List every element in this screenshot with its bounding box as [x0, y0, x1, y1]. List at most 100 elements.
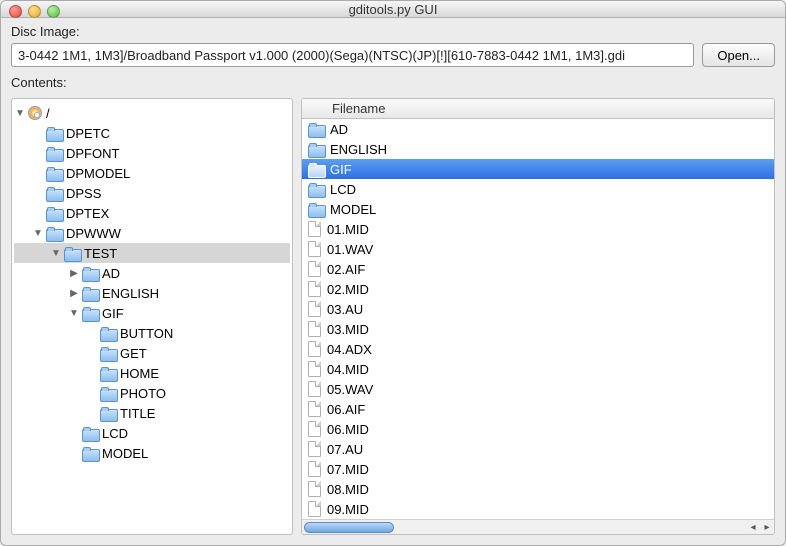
tree-item-label: GIF	[100, 306, 124, 321]
tree-item[interactable]: ▶DPETC	[14, 123, 290, 143]
folder-icon	[82, 307, 98, 320]
tree-item[interactable]: ▶TITLE	[14, 403, 290, 423]
list-item-label: ENGLISH	[328, 142, 387, 157]
list-item-label: 07.MID	[325, 462, 369, 477]
list-item-label: 02.MID	[325, 282, 369, 297]
window: gditools.py GUI Disc Image: 3-0442 1M1, …	[0, 0, 786, 546]
disclosure-open-icon[interactable]: ▼	[14, 107, 26, 119]
list-item-label: 09.MID	[325, 502, 369, 517]
folder-icon	[82, 447, 98, 460]
tree-item[interactable]: ▶PHOTO	[14, 383, 290, 403]
folder-icon	[100, 407, 116, 420]
tree-item[interactable]: ▶HOME	[14, 363, 290, 383]
hscroll-left-icon[interactable]: ◂	[746, 522, 760, 533]
tree-root-label: /	[44, 106, 50, 121]
tree-item-label: AD	[100, 266, 120, 281]
tree-item[interactable]: ▶DPMODEL	[14, 163, 290, 183]
tree-item-label: TITLE	[118, 406, 155, 421]
list-item[interactable]: 04.MID	[302, 359, 774, 379]
folder-icon	[82, 267, 98, 280]
hscroll-right-icon[interactable]: ▸	[760, 522, 774, 533]
tree-item[interactable]: ▼ GIF	[14, 303, 290, 323]
file-list-header[interactable]: Filename	[302, 99, 774, 119]
file-icon	[308, 301, 321, 317]
list-item-label: 08.MID	[325, 482, 369, 497]
file-icon	[308, 221, 321, 237]
disc-icon	[28, 106, 42, 120]
disclosure-open-icon[interactable]: ▼	[50, 247, 62, 259]
tree-item-label: DPFONT	[64, 146, 119, 161]
folder-icon	[46, 147, 62, 160]
disc-image-path-field[interactable]: 3-0442 1M1, 1M3]/Broadband Passport v1.0…	[11, 43, 694, 67]
tree-item[interactable]: ▶ AD	[14, 263, 290, 283]
list-item[interactable]: ENGLISH	[302, 139, 774, 159]
folder-icon	[100, 347, 116, 360]
list-item[interactable]: 08.MID	[302, 479, 774, 499]
list-item[interactable]: 01.MID	[302, 219, 774, 239]
hscroll-thumb[interactable]	[304, 522, 394, 533]
list-item[interactable]: 01.WAV	[302, 239, 774, 259]
contents-label: Contents:	[11, 75, 775, 90]
folder-icon	[100, 387, 116, 400]
zoom-icon[interactable]	[47, 5, 60, 18]
list-item[interactable]: AD	[302, 119, 774, 139]
disclosure-closed-icon[interactable]: ▶	[68, 287, 80, 299]
disclosure-open-icon[interactable]: ▼	[32, 227, 44, 239]
splitter: ▼/▶DPETC▶DPFONT▶DPMODEL▶DPSS▶DPTEX▼DPWWW…	[11, 98, 775, 535]
open-button[interactable]: Open...	[702, 43, 775, 67]
list-item[interactable]: 07.MID	[302, 459, 774, 479]
tree-item[interactable]: ▶MODEL	[14, 443, 290, 463]
list-item-label: 06.MID	[325, 422, 369, 437]
file-icon	[308, 441, 321, 457]
folder-icon	[82, 427, 98, 440]
list-item[interactable]: MODEL	[302, 199, 774, 219]
tree-item[interactable]: ▶DPTEX	[14, 203, 290, 223]
tree-item-label: ENGLISH	[100, 286, 159, 301]
list-item[interactable]: 09.MID	[302, 499, 774, 519]
list-item[interactable]: 06.MID	[302, 419, 774, 439]
folder-icon	[308, 203, 324, 216]
folder-icon	[100, 367, 116, 380]
tree-view[interactable]: ▼/▶DPETC▶DPFONT▶DPMODEL▶DPSS▶DPTEX▼DPWWW…	[11, 98, 293, 535]
folder-icon	[46, 127, 62, 140]
folder-icon	[308, 163, 324, 176]
list-item[interactable]: 02.MID	[302, 279, 774, 299]
tree-item[interactable]: ▶BUTTON	[14, 323, 290, 343]
list-item[interactable]: LCD	[302, 179, 774, 199]
tree-item-label: HOME	[118, 366, 159, 381]
horizontal-scrollbar[interactable]: ◂ ▸	[302, 519, 774, 534]
tree-item[interactable]: ▶ ENGLISH	[14, 283, 290, 303]
list-item[interactable]: 06.AIF	[302, 399, 774, 419]
tree-root[interactable]: ▼/	[14, 103, 290, 123]
tree-item[interactable]: ▼ TEST	[14, 243, 290, 263]
tree-item-label: TEST	[82, 246, 117, 261]
list-item[interactable]: 03.AU	[302, 299, 774, 319]
file-list-body[interactable]: AD ENGLISH GIFLCDMODEL01.MID 01.WAV 02.AIF 02…	[302, 119, 774, 519]
list-item[interactable]: 03.MID	[302, 319, 774, 339]
list-item-label: 01.WAV	[325, 242, 373, 257]
folder-icon	[46, 207, 62, 220]
tree-item-label: DPETC	[64, 126, 110, 141]
disc-image-row: 3-0442 1M1, 1M3]/Broadband Passport v1.0…	[11, 43, 775, 67]
list-item[interactable]: 02.AIF	[302, 259, 774, 279]
list-item-label: 06.AIF	[325, 402, 365, 417]
list-item-label: 03.MID	[325, 322, 369, 337]
list-item[interactable]: 05.WAV	[302, 379, 774, 399]
list-item[interactable]: 07.AU	[302, 439, 774, 459]
tree-item[interactable]: ▶GET	[14, 343, 290, 363]
tree-item-label: DPTEX	[64, 206, 109, 221]
window-controls	[9, 5, 60, 18]
tree-item[interactable]: ▶DPFONT	[14, 143, 290, 163]
list-item-label: AD	[328, 122, 348, 137]
tree-item[interactable]: ▼ DPWWW	[14, 223, 290, 243]
disclosure-closed-icon[interactable]: ▶	[68, 267, 80, 279]
tree-item[interactable]: ▶LCD	[14, 423, 290, 443]
folder-icon	[82, 287, 98, 300]
tree-item[interactable]: ▶DPSS	[14, 183, 290, 203]
list-item[interactable]: GIF	[302, 159, 774, 179]
list-item[interactable]: 04.ADX	[302, 339, 774, 359]
tree-item-label: DPWWW	[64, 226, 121, 241]
close-icon[interactable]	[9, 5, 22, 18]
disclosure-open-icon[interactable]: ▼	[68, 307, 80, 319]
minimize-icon[interactable]	[28, 5, 41, 18]
